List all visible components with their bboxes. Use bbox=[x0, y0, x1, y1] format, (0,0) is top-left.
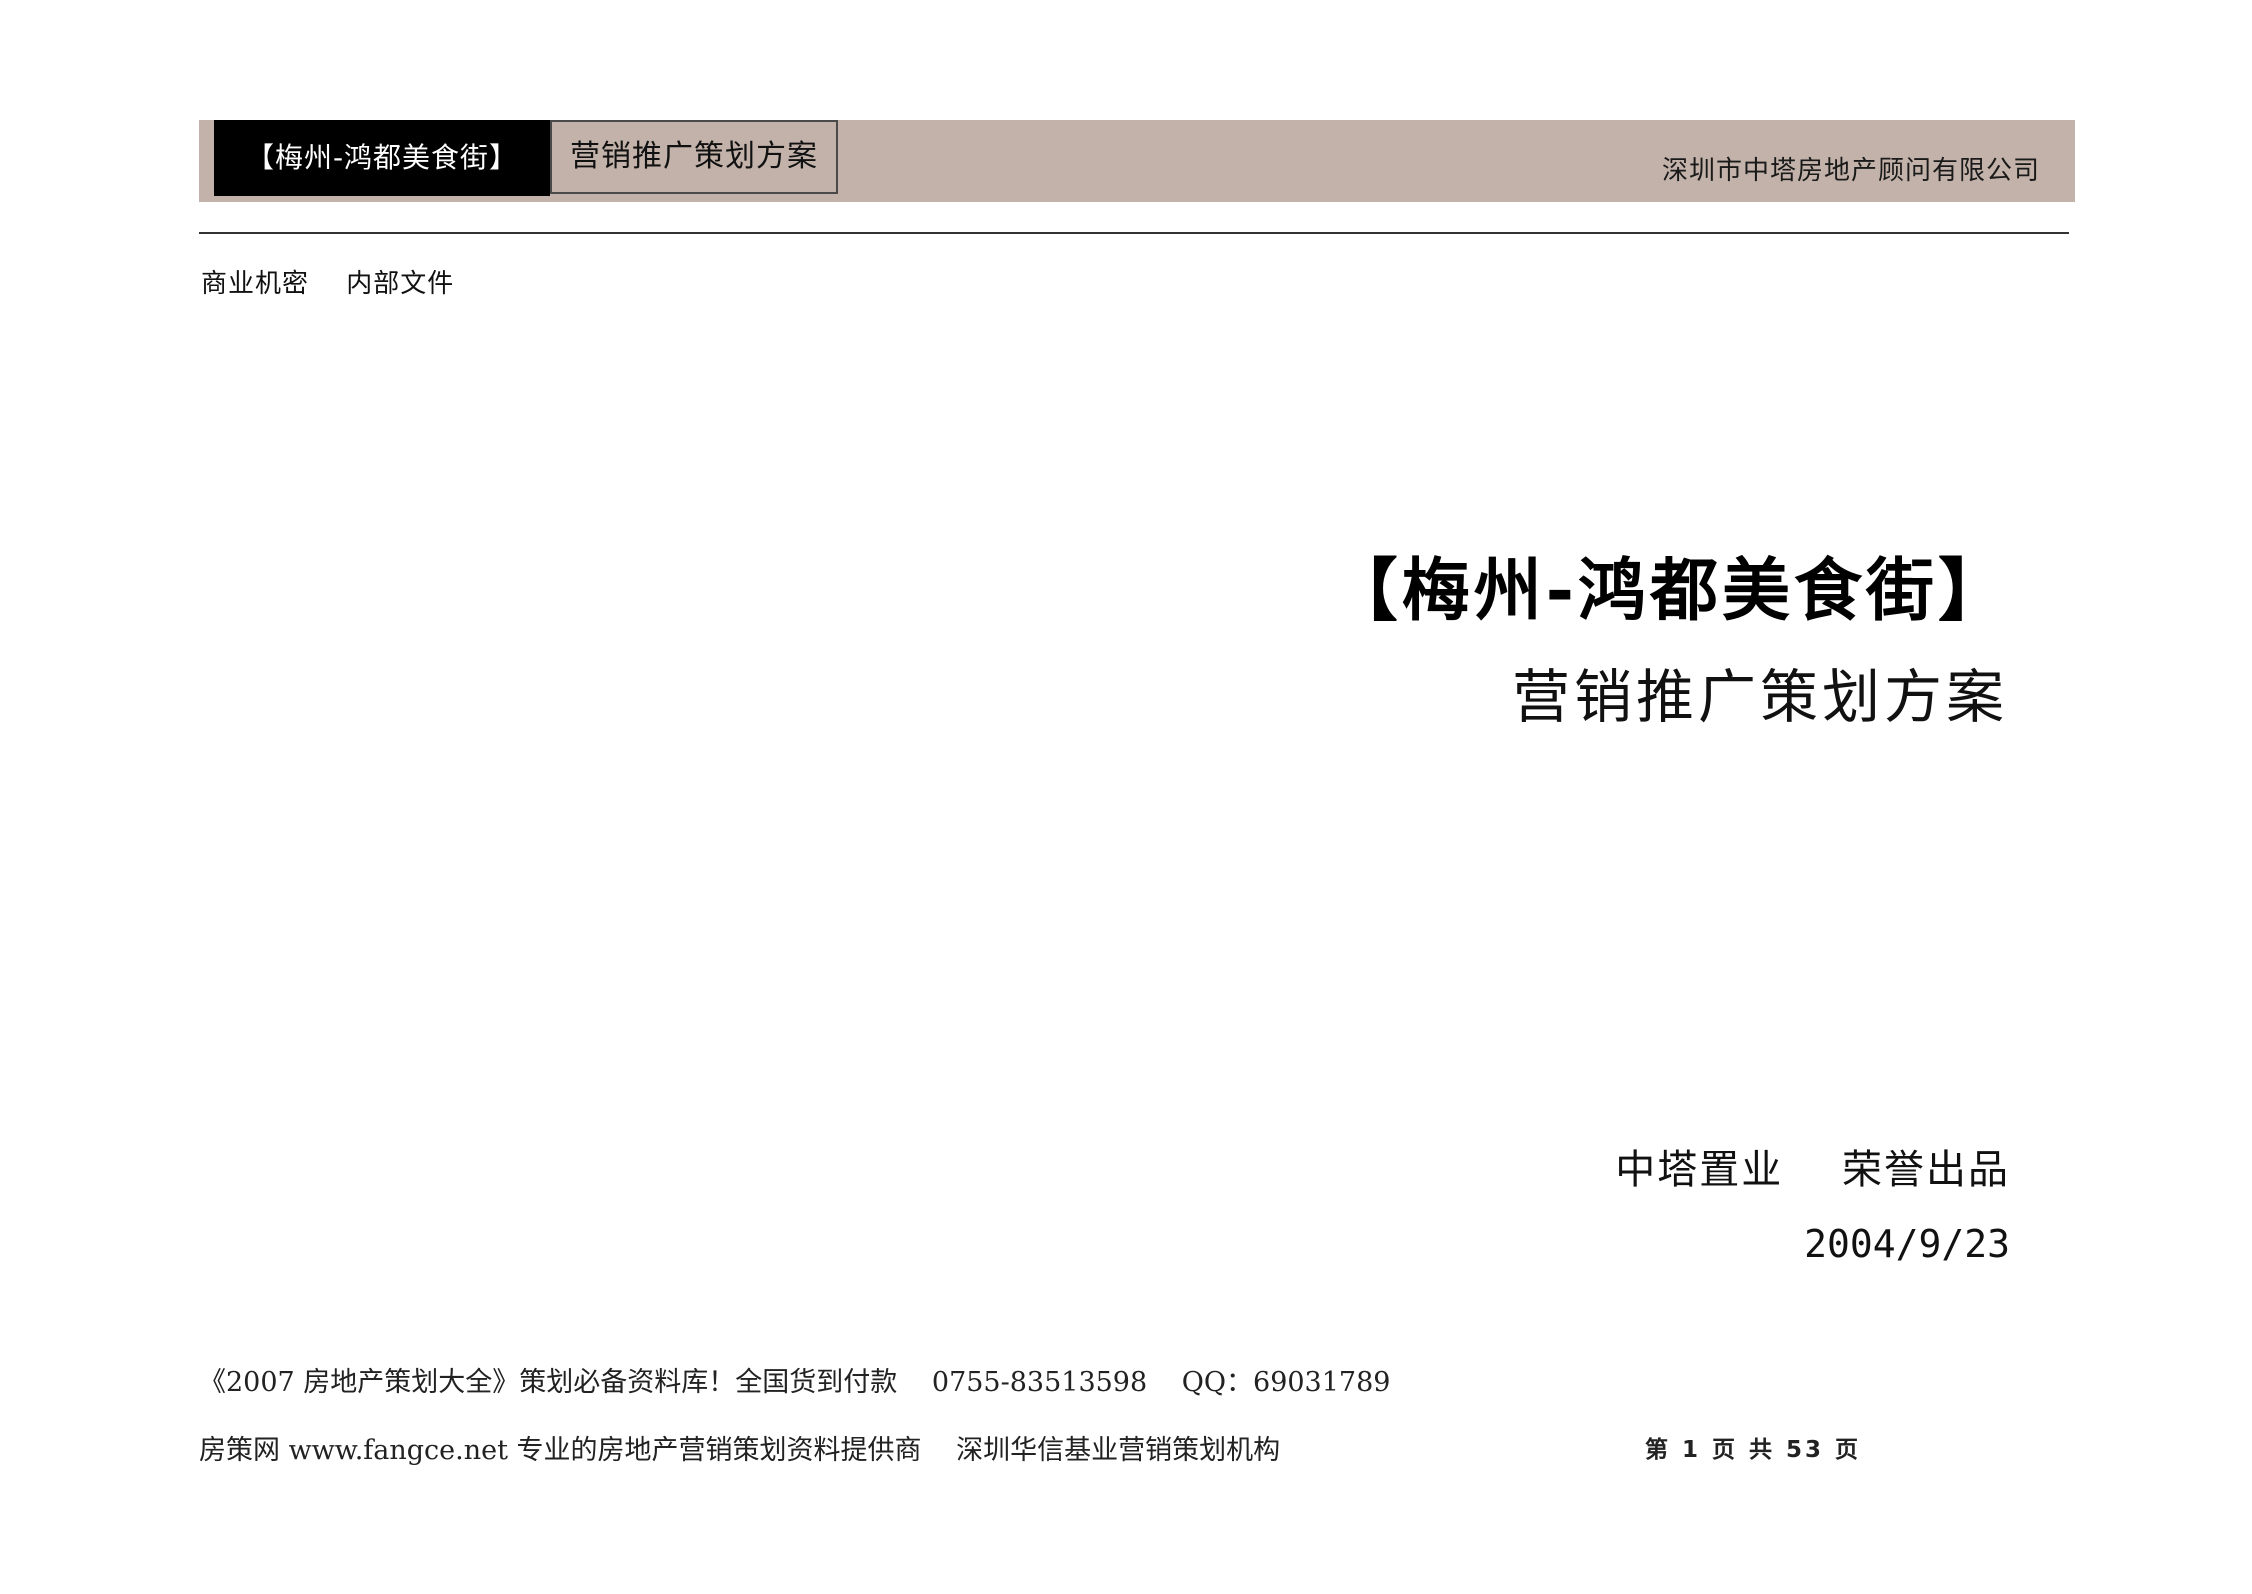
header-project-label: 【梅州-鸿都美食街】 bbox=[214, 120, 550, 196]
cover-date: 2004/9/23 bbox=[1804, 1222, 2010, 1266]
internal-document-label: 内部文件 bbox=[346, 269, 455, 299]
header-plan-label: 营销推广策划方案 bbox=[550, 120, 838, 194]
cover-subtitle: 营销推广策划方案 bbox=[1511, 663, 2008, 731]
page-number: 第 1 页 共 53 页 bbox=[1645, 1437, 1862, 1463]
confidential-notice: 商业机密 内部文件 bbox=[201, 263, 454, 300]
producer-name: 中塔置业 bbox=[1615, 1147, 1784, 1193]
footer-qq: QQ：69031789 bbox=[1181, 1367, 1391, 1398]
confidential-label: 商业机密 bbox=[201, 269, 310, 299]
header-company-name: 深圳市中塔房地产顾问有限公司 bbox=[1661, 156, 2040, 186]
footer-phone: 0755-83513598 bbox=[931, 1367, 1148, 1398]
footer-site-line: 房策网 www.fangce.net 专业的房地产营销策划资料提供商 深圳华信基… bbox=[199, 1428, 1280, 1467]
footer-site-text: 房策网 www.fangce.net 专业的房地产营销策划资料提供商 bbox=[199, 1435, 922, 1466]
footer-org-text: 深圳华信基业营销策划机构 bbox=[956, 1435, 1281, 1466]
producer-note: 荣誉出品 bbox=[1842, 1147, 2010, 1193]
footer-promo-line: 《2007 房地产策划大全》策划必备资料库！全国货到付款 0755-835135… bbox=[199, 1360, 1390, 1399]
header-divider bbox=[199, 232, 2069, 234]
cover-producer: 中塔置业 荣誉出品 bbox=[1615, 1137, 2010, 1195]
cover-title: 【梅州-鸿都美食街】 bbox=[1329, 552, 2010, 631]
footer-promo-text: 《2007 房地产策划大全》策划必备资料库！全国货到付款 bbox=[199, 1367, 898, 1398]
